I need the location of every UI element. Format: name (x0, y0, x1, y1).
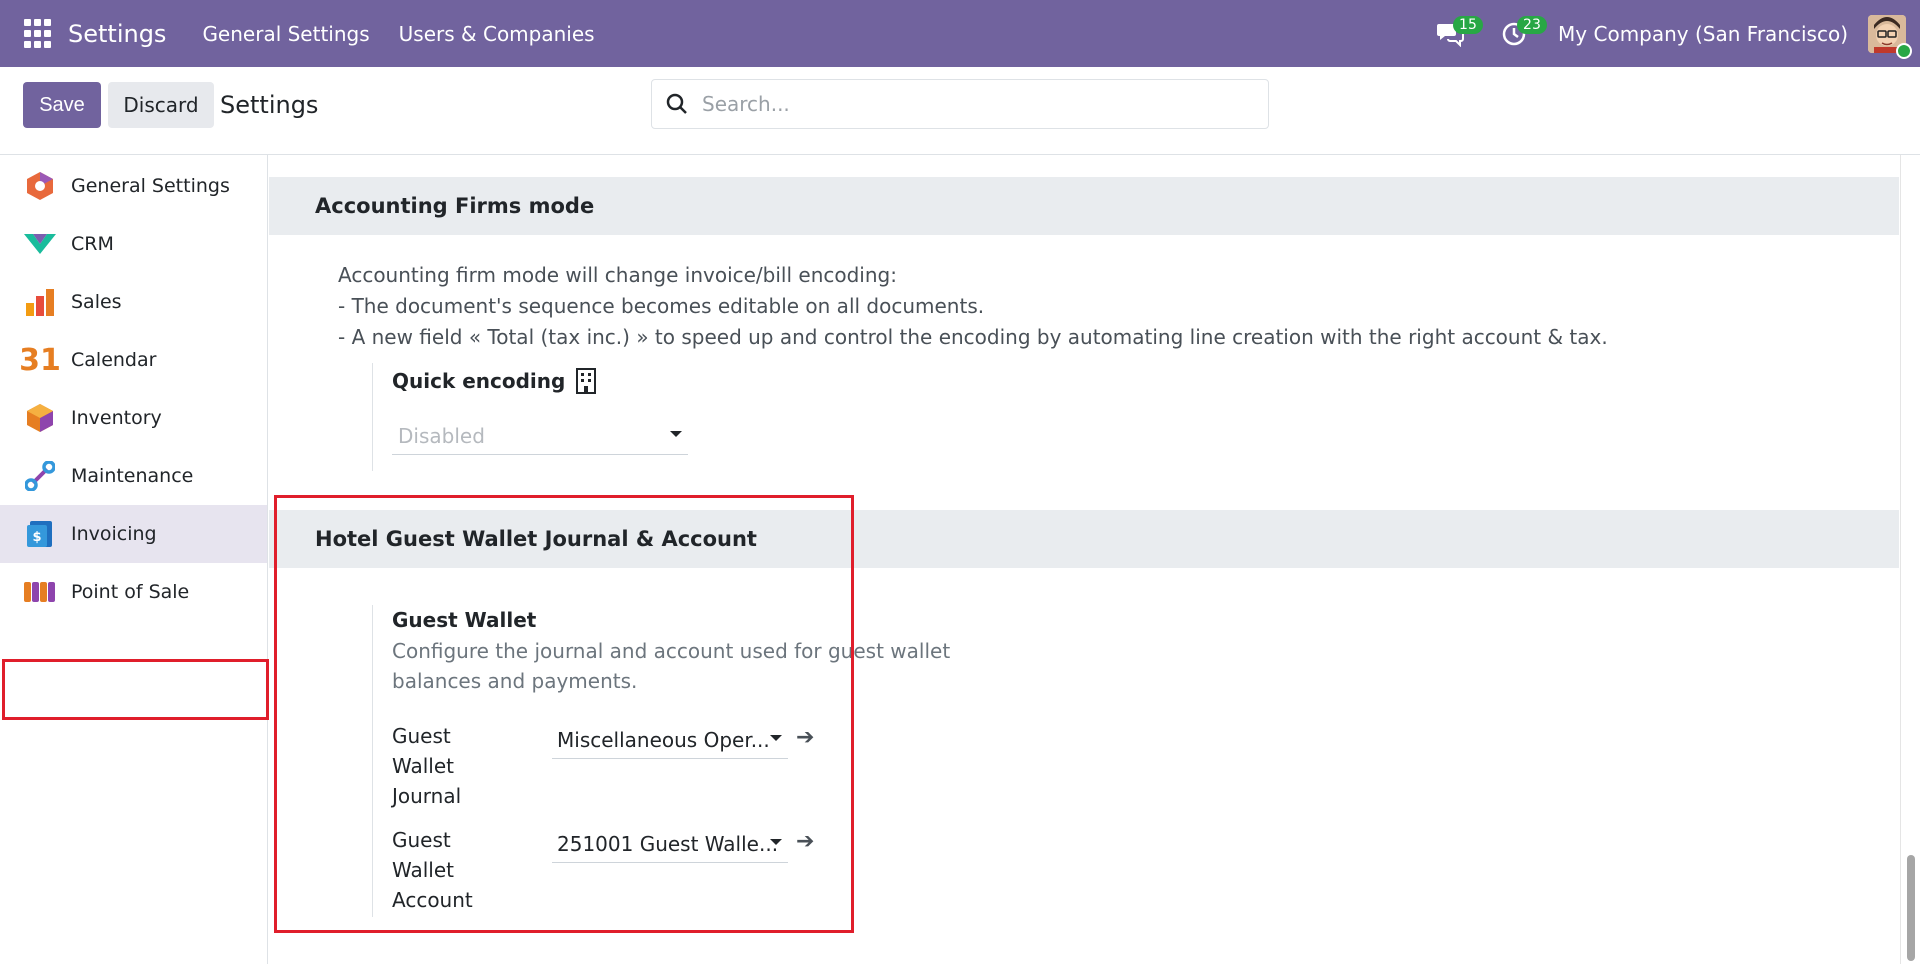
quick-encoding-label: Quick encoding (392, 369, 566, 393)
guest-wallet-journal-value: Miscellaneous Oper... (557, 727, 770, 752)
sidebar-item-calendar[interactable]: 31 Calendar (0, 331, 267, 389)
guest-wallet-journal-select[interactable]: Miscellaneous Oper... (552, 721, 788, 759)
settings-sidebar: General Settings CRM Sales 31 Calendar I… (0, 155, 269, 964)
inventory-icon (23, 401, 57, 435)
scrollbar-thumb[interactable] (1907, 855, 1915, 961)
sidebar-item-label: Maintenance (71, 465, 194, 487)
invoicing-highlight-box (2, 659, 269, 720)
guest-wallet-account-label: Guest Wallet Account (392, 828, 473, 912)
calendar-icon: 31 (19, 342, 61, 378)
activities-badge: 23 (1517, 15, 1547, 34)
sidebar-item-crm[interactable]: CRM (0, 215, 267, 273)
sidebar-item-general-settings[interactable]: General Settings (0, 157, 267, 215)
setting-divider (372, 363, 373, 471)
setting-divider (372, 605, 373, 917)
company-switcher[interactable]: My Company (San Francisco) (1558, 22, 1848, 46)
app-brand[interactable]: Settings (68, 20, 166, 48)
section-header-accounting-firms: Accounting Firms mode (269, 177, 1899, 235)
svg-text:$: $ (32, 530, 41, 545)
sidebar-item-label: Sales (71, 291, 122, 313)
quick-encoding-setting: Quick encoding (392, 368, 597, 394)
messages-button[interactable]: 15 (1432, 15, 1483, 52)
accounting-firms-desc-line: Accounting firm mode will change invoice… (338, 263, 897, 287)
search-icon (666, 93, 687, 114)
sidebar-item-point-of-sale[interactable]: Point of Sale (0, 563, 267, 621)
nav-menu-users-companies[interactable]: Users & Companies (399, 22, 595, 46)
sidebar-item-inventory[interactable]: Inventory (0, 389, 267, 447)
nav-menu-general-settings[interactable]: General Settings (202, 22, 369, 46)
guest-wallet-description: Configure the journal and account used f… (392, 639, 951, 693)
chevron-down-icon (770, 839, 782, 845)
sidebar-item-label: General Settings (71, 175, 230, 197)
guest-wallet-account-select[interactable]: 251001 Guest Walle... (552, 825, 788, 863)
sidebar-item-label: Point of Sale (71, 581, 190, 603)
guest-wallet-account-value: 251001 Guest Walle... (557, 831, 779, 856)
save-button[interactable]: Save (23, 82, 101, 128)
sidebar-item-invoicing[interactable]: $ Invoicing (0, 505, 267, 563)
guest-wallet-title: Guest Wallet (392, 608, 537, 632)
sidebar-item-maintenance[interactable]: Maintenance (0, 447, 267, 505)
maintenance-icon (23, 459, 57, 493)
control-panel: Save Discard Settings (0, 67, 1920, 155)
section-header-hotel-wallet: Hotel Guest Wallet Journal & Account (269, 510, 1899, 568)
page-title: Settings (220, 91, 319, 119)
sidebar-item-label: Calendar (71, 349, 157, 371)
point-of-sale-icon (23, 575, 57, 609)
journal-external-link-arrow-icon[interactable]: ➔ (796, 725, 814, 750)
crm-icon (23, 227, 57, 261)
sidebar-item-sales[interactable]: Sales (0, 273, 267, 331)
apps-menu-icon[interactable] (24, 18, 54, 49)
top-navbar: Settings General Settings Users & Compan… (0, 0, 1920, 67)
search-bar[interactable] (651, 79, 1269, 129)
accounting-firms-desc-line: - A new field « Total (tax inc.) » to sp… (338, 325, 1608, 349)
company-building-icon (576, 368, 597, 394)
sidebar-item-label: Inventory (71, 407, 162, 429)
sidebar-item-label: Invoicing (71, 523, 157, 545)
sales-icon (23, 285, 57, 319)
quick-encoding-value: Disabled (398, 423, 485, 448)
account-external-link-arrow-icon[interactable]: ➔ (796, 829, 814, 854)
guest-wallet-journal-label: Guest Wallet Journal (392, 724, 462, 808)
activities-button[interactable]: 23 (1496, 15, 1547, 52)
discard-button[interactable]: Discard (108, 82, 214, 128)
accounting-firms-desc-line: - The document's sequence becomes editab… (338, 294, 985, 318)
invoicing-icon: $ (23, 517, 57, 551)
general-settings-icon (23, 169, 57, 203)
online-status-icon (1896, 42, 1912, 59)
user-avatar[interactable] (1868, 14, 1912, 59)
sidebar-item-label: CRM (71, 233, 114, 255)
search-input[interactable] (702, 92, 1242, 116)
chevron-down-icon (670, 431, 682, 437)
chevron-down-icon (770, 735, 782, 741)
content-scrollbar[interactable] (1900, 155, 1920, 964)
messages-badge: 15 (1453, 15, 1483, 34)
settings-content: Accounting Firms mode Accounting firm mo… (269, 155, 1920, 964)
quick-encoding-select[interactable]: Disabled (392, 417, 688, 455)
